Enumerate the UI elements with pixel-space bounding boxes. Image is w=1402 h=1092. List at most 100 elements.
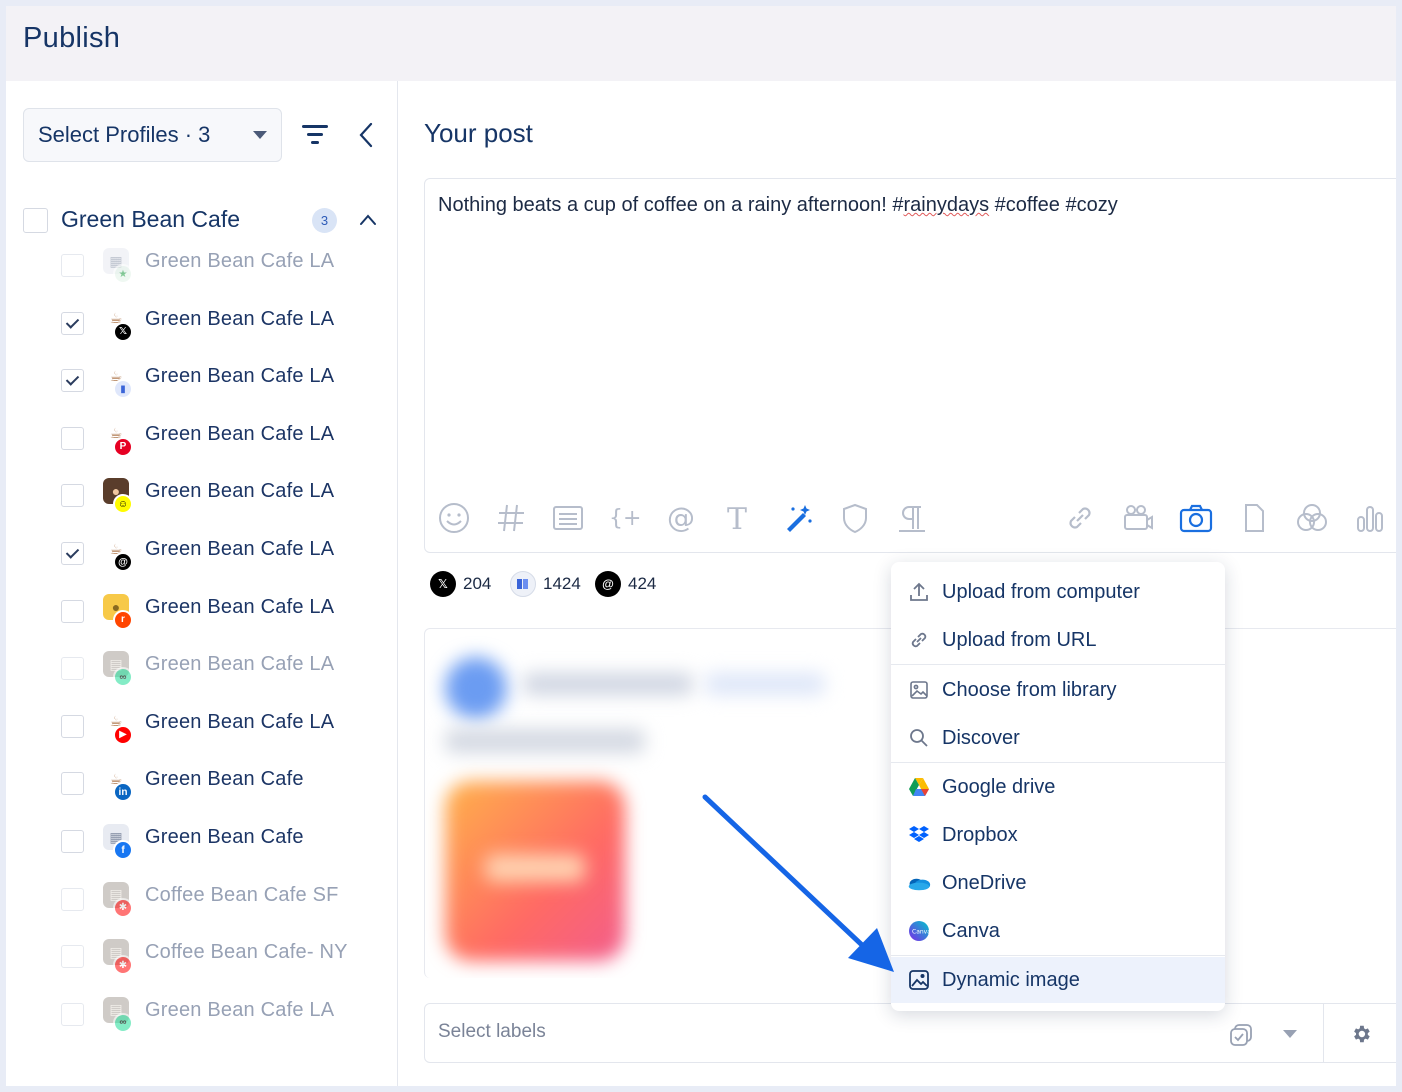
snapchat-icon: ☺ xyxy=(113,494,133,515)
link-icon[interactable] xyxy=(1063,501,1097,535)
profile-item[interactable]: ▤ ∞ Green Bean Cafe LA xyxy=(61,995,381,1035)
onedrive-icon xyxy=(907,871,931,895)
profile-item[interactable]: ▦ ★ Green Bean Cafe LA xyxy=(61,246,381,286)
profile-item[interactable]: ☕ P Green Bean Cafe LA xyxy=(61,419,381,459)
profile-item[interactable]: ● ☺ Green Bean Cafe LA xyxy=(61,476,381,516)
menu-item-canva[interactable]: Canva Canva xyxy=(891,908,1225,954)
svg-text:@: @ xyxy=(667,501,695,534)
variables-icon[interactable]: {+} xyxy=(608,501,642,535)
mention-icon[interactable]: @ xyxy=(665,501,699,535)
profile-checkbox[interactable] xyxy=(61,830,84,853)
profile-checkbox[interactable] xyxy=(61,426,84,450)
bluesky-counter: 1424 xyxy=(510,570,581,598)
label-check-icon[interactable] xyxy=(1228,1022,1254,1048)
labels-divider xyxy=(1323,1004,1324,1062)
profile-checkbox[interactable] xyxy=(61,714,84,738)
labels-caret-icon[interactable] xyxy=(1283,1030,1297,1038)
misspelled-word: rainydays xyxy=(903,194,990,216)
gear-icon[interactable] xyxy=(1350,1023,1372,1045)
profile-name: Green Bean Cafe LA xyxy=(145,422,335,445)
profile-item[interactable]: ☕ ▮ Green Bean Cafe LA xyxy=(61,361,381,401)
profile-item[interactable]: ▤ ✱ Coffee Bean Cafe SF xyxy=(61,880,381,920)
profile-avatar: ▤ ∞ xyxy=(99,649,135,688)
top-bar: Publish xyxy=(6,6,1396,81)
profile-item[interactable]: ☕ @ Green Bean Cafe LA xyxy=(61,534,381,574)
profile-name: Green Bean Cafe LA xyxy=(145,998,335,1021)
profile-name: Green Bean Cafe xyxy=(145,826,304,848)
paragraph-icon[interactable] xyxy=(895,501,929,535)
yelp-icon: ✱ xyxy=(113,955,133,976)
x-counter: 𝕏 204 xyxy=(430,570,491,598)
ai-assist-icon[interactable] xyxy=(781,501,815,535)
chart-icon[interactable] xyxy=(1353,501,1387,535)
hashtag-icon[interactable] xyxy=(494,501,528,535)
video-icon[interactable] xyxy=(1121,501,1155,535)
profile-checkbox[interactable] xyxy=(61,484,84,508)
menu-separator xyxy=(891,664,1225,665)
facebook-page-icon: f xyxy=(113,840,133,860)
caret-down-icon xyxy=(253,131,267,139)
profile-checkbox[interactable] xyxy=(61,772,84,796)
profile-item[interactable]: ▦ f Green Bean Cafe xyxy=(61,822,381,862)
profiles-sidebar: Select Profiles · 3 Green Bean Cafe 3 ▦ ★… xyxy=(6,81,398,1086)
select-profiles-dropdown[interactable]: Select Profiles · 3 xyxy=(23,108,282,162)
menu-item-onedrive[interactable]: OneDrive xyxy=(891,860,1225,906)
emoji-icon[interactable] xyxy=(437,501,471,535)
camera-icon[interactable] xyxy=(1179,501,1213,535)
menu-item-google-drive[interactable]: Google drive xyxy=(891,764,1225,810)
threads-icon: @ xyxy=(113,552,133,572)
profile-avatar: ☕ in xyxy=(99,764,135,803)
menu-item-upload-url[interactable]: Upload from URL xyxy=(891,617,1225,663)
profile-item[interactable]: ☕ in Green Bean Cafe xyxy=(61,764,381,804)
svg-text:Canva: Canva xyxy=(912,929,930,936)
profile-group[interactable]: Green Bean Cafe 3 xyxy=(23,206,383,236)
post-editor[interactable]: Nothing beats a cup of coffee on a rainy… xyxy=(424,178,1396,553)
profile-item[interactable]: ☕ ▶ Green Bean Cafe LA xyxy=(61,707,381,747)
reddit-icon: r xyxy=(113,609,133,630)
menu-item-library[interactable]: Choose from library xyxy=(891,667,1225,713)
profile-checkbox[interactable] xyxy=(61,254,84,277)
profile-avatar: ● r xyxy=(99,592,135,630)
profile-item[interactable]: ☕ 𝕏 Green Bean Cafe LA xyxy=(61,304,381,344)
profile-checkbox[interactable] xyxy=(61,542,84,565)
profile-name: Green Bean Cafe LA xyxy=(145,538,335,560)
snippets-icon[interactable] xyxy=(551,501,585,535)
menu-item-upload-computer[interactable]: Upload from computer xyxy=(891,569,1225,615)
document-icon[interactable] xyxy=(1237,501,1271,535)
pinterest-icon: P xyxy=(113,436,133,457)
chevron-left-icon[interactable] xyxy=(356,121,376,149)
profile-item[interactable]: ▤ ∞ Green Bean Cafe LA xyxy=(61,649,381,689)
profile-avatar: ▦ ★ xyxy=(99,246,135,284)
labels-field[interactable]: Select labels xyxy=(424,1003,1396,1063)
menu-item-dropbox[interactable]: Dropbox xyxy=(891,812,1225,858)
image-icon xyxy=(907,678,931,702)
shield-icon[interactable] xyxy=(838,501,872,535)
menu-item-discover[interactable]: Discover xyxy=(891,715,1225,761)
profile-name: Green Bean Cafe LA xyxy=(145,307,335,330)
chevron-up-icon[interactable] xyxy=(358,210,378,230)
colors-icon[interactable] xyxy=(1295,501,1329,535)
text-format-icon[interactable]: T xyxy=(722,501,756,535)
svg-text:T: T xyxy=(727,502,747,535)
profile-name: Green Bean Cafe LA xyxy=(145,365,335,388)
profile-checkbox[interactable] xyxy=(61,599,84,623)
menu-separator xyxy=(891,955,1225,956)
filter-icon[interactable] xyxy=(302,123,328,147)
select-profiles-label: Select Profiles · 3 xyxy=(38,122,211,147)
svg-text:{+}: {+} xyxy=(609,506,642,531)
profile-checkbox[interactable] xyxy=(61,311,84,335)
profile-checkbox[interactable] xyxy=(61,369,84,393)
menu-item-dynamic-image[interactable]: Dynamic image xyxy=(891,957,1225,1003)
profile-checkbox[interactable] xyxy=(61,887,84,911)
profile-item[interactable]: ▤ ✱ Coffee Bean Cafe- NY xyxy=(61,937,381,977)
link-icon xyxy=(907,628,931,652)
post-text[interactable]: Nothing beats a cup of coffee on a rainy… xyxy=(438,194,1118,217)
profile-checkbox[interactable] xyxy=(61,1002,84,1026)
profile-checkbox[interactable] xyxy=(61,657,84,681)
profile-name: Coffee Bean Cafe SF xyxy=(145,883,339,906)
x-icon: 𝕏 xyxy=(430,571,456,597)
group-checkbox[interactable] xyxy=(23,208,48,233)
profile-checkbox[interactable] xyxy=(61,945,84,969)
threads-icon: @ xyxy=(595,571,621,597)
profile-item[interactable]: ● r Green Bean Cafe LA xyxy=(61,592,381,632)
